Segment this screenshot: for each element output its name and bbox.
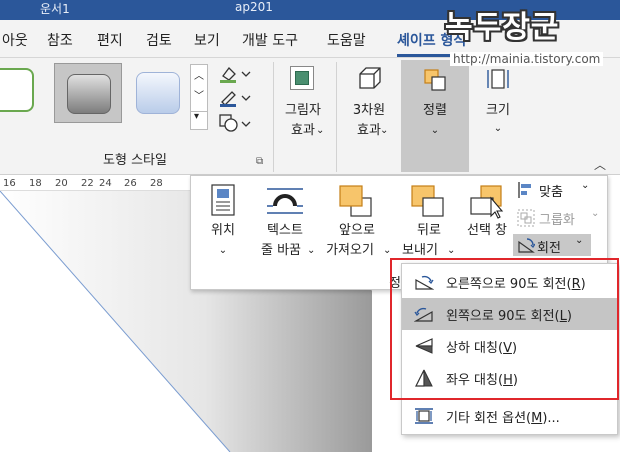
highlight-box	[390, 258, 619, 400]
ruler-number: 20	[55, 178, 68, 189]
ruler-number: 26	[124, 178, 137, 189]
rotate-button[interactable]: 회전 ⌄	[513, 234, 591, 256]
wrap-text-icon[interactable]	[265, 186, 305, 216]
arrange-button[interactable]: 정렬 ⌄	[401, 60, 469, 172]
position-icon[interactable]	[209, 184, 237, 218]
ruler: 16 18 20 22 24 26 28	[0, 175, 200, 191]
watermark-title: 녹두장군	[445, 10, 560, 45]
arrange-icon	[424, 69, 446, 91]
menu-item-label: 기타 회전 옵션	[446, 411, 527, 426]
shape-style-blue[interactable]	[136, 72, 180, 114]
ruler-number: 24	[99, 178, 112, 189]
active-tab-indicator	[397, 54, 455, 57]
tab-references[interactable]: 참조	[47, 30, 73, 50]
shape-outline-button[interactable]	[218, 88, 252, 108]
ruler-number: 16	[3, 178, 16, 189]
rotate-label: 회전	[537, 241, 561, 256]
selection-pane-label[interactable]: 선택 창	[461, 222, 513, 240]
align-icon	[518, 182, 531, 198]
chevron-down-icon[interactable]: ﹀	[194, 87, 204, 102]
group-button: 그룹화 ⌄	[517, 208, 607, 228]
wrap-text-label-1[interactable]: 텍스트	[255, 222, 315, 240]
title-fragment: 운서1	[40, 2, 70, 16]
bring-forward-label-2[interactable]: 가져오기	[319, 242, 381, 260]
gallery-scrollbar[interactable]: ︿ ﹀ ▾	[190, 64, 208, 130]
ruler-number: 18	[29, 178, 42, 189]
3d-effects-label-1[interactable]: 3차원	[346, 102, 392, 120]
tab-help[interactable]: 도움말	[327, 30, 366, 50]
align-button[interactable]: 맞춤 ⌄	[517, 180, 607, 200]
chevron-up-icon[interactable]: ︿	[194, 67, 204, 82]
more-rotation-options-item[interactable]: 기타 회전 옵션(M)...	[402, 400, 617, 432]
chevron-down-icon: ⌄	[591, 208, 600, 219]
pen-icon	[220, 91, 251, 107]
group-label: 그룹화	[539, 213, 575, 228]
title-fragment: ap201	[235, 0, 273, 14]
wrap-text-label-2[interactable]: 줄 바꿈	[251, 242, 311, 260]
chevron-down-icon[interactable]: ⌄	[316, 122, 324, 140]
chevron-down-icon[interactable]: ⌄	[478, 120, 518, 138]
size-icon[interactable]	[486, 66, 510, 92]
tab-review[interactable]: 검토	[146, 30, 172, 50]
arrange-label: 정렬	[423, 103, 447, 118]
rotation-options-icon	[415, 408, 433, 424]
tab-developer[interactable]: 개발 도구	[242, 30, 298, 50]
shadow-effects-icon[interactable]	[290, 66, 314, 90]
bring-forward-label-1[interactable]: 앞으로	[327, 222, 387, 240]
chevron-down-icon[interactable]: ⌄	[203, 242, 243, 260]
collapse-ribbon-icon[interactable]: ︿	[594, 156, 606, 173]
shape-style-selected[interactable]	[54, 63, 122, 123]
send-backward-icon[interactable]	[409, 184, 445, 218]
tab-view[interactable]: 보기	[194, 30, 220, 50]
3d-effects-icon[interactable]	[356, 66, 384, 92]
ruler-number: 28	[150, 178, 163, 189]
paint-bucket-icon	[220, 67, 251, 83]
selection-pane-icon[interactable]	[469, 184, 505, 220]
shape-effects-button[interactable]	[218, 112, 252, 134]
shape-style-green[interactable]	[0, 68, 34, 112]
ruler-number: 22	[81, 178, 94, 189]
ellipsis: ...	[547, 411, 560, 426]
access-key: M	[531, 411, 543, 426]
shape-effects-icon	[219, 114, 251, 132]
position-label[interactable]: 위치	[203, 222, 243, 240]
chevron-down-icon[interactable]: ⌄	[380, 122, 388, 140]
tab-mailings[interactable]: 편지	[97, 30, 123, 50]
watermark-url: http://mainia.tistory.com	[450, 52, 604, 66]
ribbon: ︿ ﹀ ▾ 그림자 효과 ⌄ 3차원 효과 ⌄ 정렬 ⌄ 크기 ⌄ 도형 스타일…	[0, 58, 620, 175]
bring-forward-icon[interactable]	[337, 184, 373, 218]
tab-layout[interactable]: 아웃	[2, 30, 28, 50]
dialog-launcher-icon[interactable]: ⧉	[256, 156, 263, 167]
shape-styles-group-label: 도형 스타일	[103, 153, 167, 168]
chevron-down-icon[interactable]: ⌄	[307, 242, 315, 260]
rotate-icon	[518, 238, 535, 253]
chevron-down-icon: ⌄	[430, 125, 440, 136]
chevron-down-icon: ⌄	[575, 235, 584, 246]
gallery-more-icon[interactable]: ▾	[194, 111, 199, 122]
shadow-effects-label-1[interactable]: 그림자	[280, 102, 326, 120]
size-label[interactable]: 크기	[478, 102, 518, 120]
chevron-down-icon: ⌄	[581, 180, 590, 191]
align-label: 맞춤	[539, 185, 563, 200]
send-backward-label-1[interactable]: 뒤로	[409, 222, 449, 240]
group-icon	[517, 209, 535, 227]
shape-fill-button[interactable]	[218, 64, 252, 84]
